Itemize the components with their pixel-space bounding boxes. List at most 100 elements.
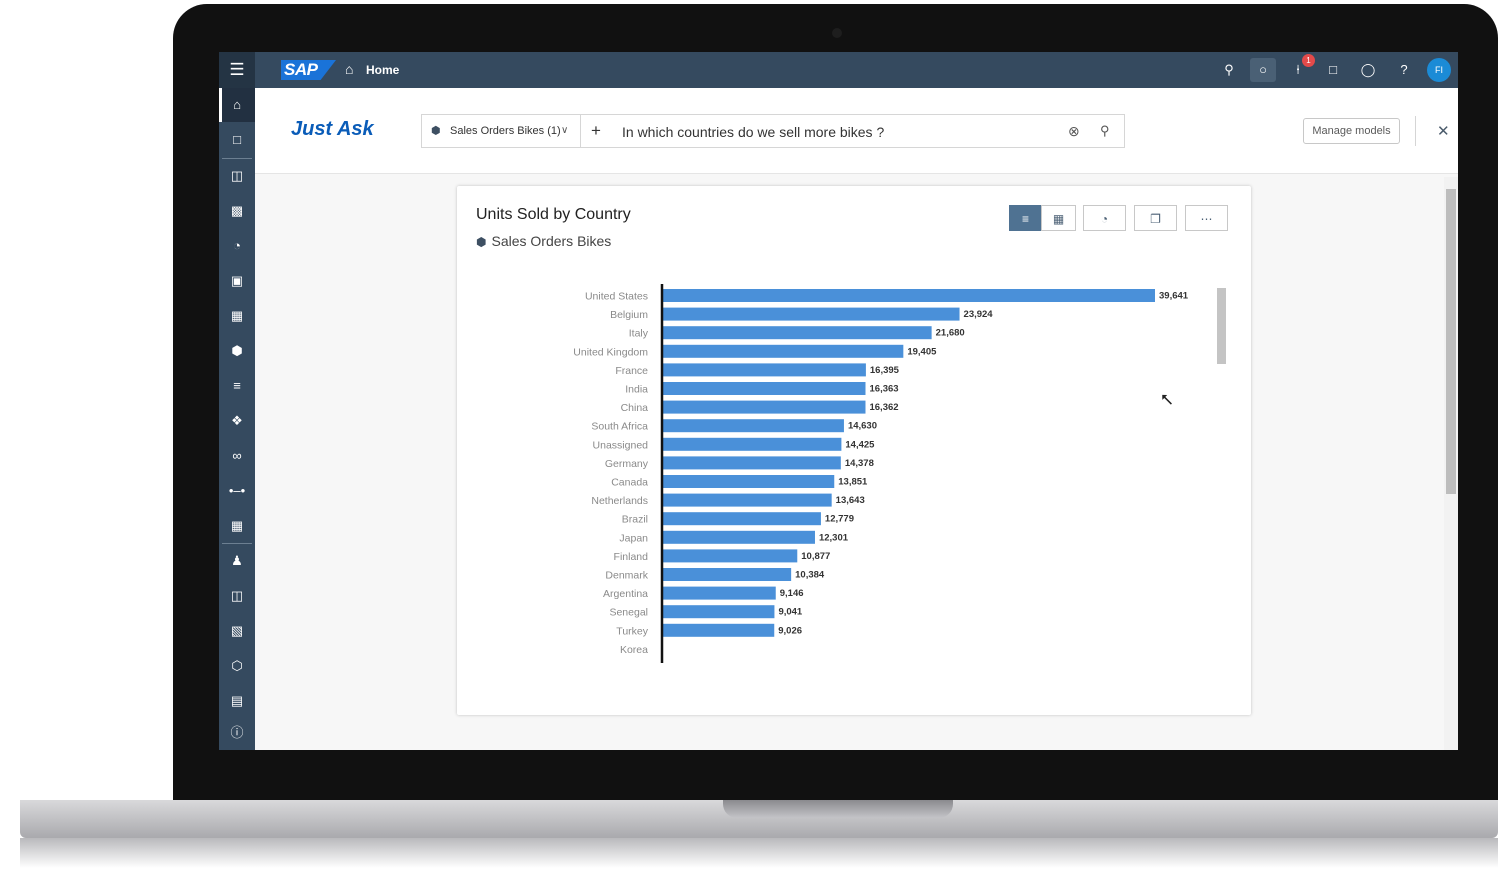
home-link[interactable]: Home [366, 63, 399, 77]
bar[interactable] [662, 475, 835, 488]
screen: ☰ SAP ⌂ Home ⚲ ○ ⍿ 1 □ ◯ ? FI ⌂ □ ◫ ▩ ◔ … [219, 52, 1458, 750]
chart-card: Units Sold by Country ⬢ Sales Orders Bike… [457, 186, 1251, 715]
explorer-icon[interactable]: ∞ [219, 439, 255, 473]
bar[interactable] [662, 530, 815, 544]
bar[interactable] [662, 289, 1155, 302]
table-icon[interactable]: ▦ [1041, 205, 1076, 231]
data-label: 10,877 [801, 551, 830, 562]
model-icon: ⬢ [476, 235, 487, 249]
bar[interactable] [662, 363, 866, 377]
data-label: 10,384 [795, 570, 825, 581]
modeler-icon[interactable]: ▦ [219, 299, 255, 333]
category-label: Netherlands [591, 495, 648, 507]
laptop-camera [832, 28, 842, 38]
data-label: 19,405 [907, 346, 937, 357]
multi-action-icon[interactable]: ❖ [219, 404, 255, 438]
data-label: 14,378 [845, 458, 874, 469]
bar[interactable] [662, 307, 960, 321]
data-analyzer-icon[interactable]: ▣ [219, 264, 255, 298]
bar[interactable] [662, 605, 775, 619]
menu-icon[interactable]: ☰ [219, 52, 255, 88]
info-icon[interactable]: ⓘ [219, 716, 255, 750]
just-ask-header: Just Ask ⬢ Sales Orders Bikes (1) ∨ + ⊗ … [255, 88, 1458, 174]
clear-icon[interactable]: ⊗ [1068, 115, 1080, 147]
category-label: Denmark [605, 570, 648, 582]
category-label: Senegal [609, 607, 648, 619]
data-label: 13,851 [838, 477, 868, 488]
model-icon[interactable]: ⬢ [219, 334, 255, 368]
category-label: Japan [619, 532, 648, 544]
bar[interactable] [662, 437, 842, 451]
bar[interactable] [662, 382, 866, 395]
category-label: South Africa [591, 421, 648, 433]
connections-icon[interactable]: •–• [219, 474, 255, 508]
bar[interactable] [662, 400, 866, 414]
data-label: 14,630 [848, 421, 877, 432]
category-label: Brazil [622, 514, 648, 526]
bar[interactable] [662, 326, 932, 340]
category-label: Italy [629, 328, 649, 340]
chart-scrollbar-thumb[interactable] [1217, 288, 1226, 364]
category-label: Belgium [610, 309, 648, 321]
category-label: United States [585, 291, 648, 303]
home-icon: ⌂ [345, 61, 354, 77]
chat-icon[interactable]: ◯ [1355, 58, 1381, 82]
data-label: 21,680 [936, 328, 965, 339]
content-network-icon[interactable]: ▤ [219, 684, 255, 718]
bar[interactable] [662, 568, 792, 581]
home-icon[interactable]: ⌂ [219, 88, 255, 122]
analytic-app-icon[interactable]: ▩ [219, 194, 255, 228]
data-label: 13,643 [836, 495, 865, 506]
category-label: France [615, 365, 648, 377]
files-icon[interactable]: □ [219, 123, 255, 157]
data-label: 23,924 [964, 309, 994, 320]
search-input[interactable] [622, 123, 1042, 141]
model-selector-label: Sales Orders Bikes (1) [450, 125, 561, 137]
bar[interactable] [662, 456, 841, 470]
chart-type-icon[interactable]: ◔ [1083, 205, 1126, 231]
data-label: 9,041 [778, 607, 802, 618]
deployment-icon[interactable]: ⬡ [219, 649, 255, 683]
bar[interactable] [662, 344, 904, 358]
security-icon[interactable]: ▧ [219, 614, 255, 648]
header-divider [1415, 116, 1416, 146]
scrollbar-thumb[interactable] [1446, 189, 1456, 494]
bar[interactable] [662, 623, 775, 637]
more-icon[interactable]: ⋯ [1185, 205, 1228, 231]
copy-icon[interactable]: ❐ [1134, 205, 1177, 231]
model-selector[interactable]: ⬢ Sales Orders Bikes (1) ∨ [422, 115, 581, 147]
manage-models-button[interactable]: Manage models [1303, 118, 1400, 144]
users-icon[interactable]: ♟ [219, 544, 255, 578]
bar[interactable] [662, 549, 798, 563]
card-subtitle-text: Sales Orders Bikes [491, 233, 612, 249]
help-icon[interactable]: ? [1391, 58, 1417, 82]
side-navigation: ⌂ □ ◫ ▩ ◔ ▣ ▦ ⬢ ≡ ❖ ∞ •–• ▦ ♟ ◫ ▧ ⬡ ▤ ⓘ [219, 88, 255, 750]
catalog-icon[interactable]: ◫ [219, 579, 255, 613]
stories-icon[interactable]: ◫ [219, 159, 255, 193]
bar[interactable] [662, 512, 821, 526]
category-label: United Kingdom [573, 346, 648, 358]
card-subtitle: ⬢ Sales Orders Bikes [476, 233, 611, 249]
data-label: 16,362 [869, 402, 898, 413]
category-label: China [621, 402, 649, 414]
digital-boardroom-icon[interactable]: ◔ [219, 229, 255, 263]
feedback-icon[interactable]: □ [1320, 58, 1346, 82]
data-label: 9,146 [780, 588, 804, 599]
data-action-icon[interactable]: ≡ [219, 369, 255, 403]
bar-chart-icon[interactable]: ≡ [1009, 205, 1042, 231]
bar[interactable] [662, 586, 776, 600]
sap-logo[interactable]: SAP [281, 60, 336, 80]
avatar[interactable]: FI [1427, 58, 1451, 82]
lightbulb-icon[interactable]: ○ [1250, 58, 1276, 82]
page-scrollbar[interactable] [1444, 177, 1458, 750]
add-icon[interactable]: + [591, 115, 601, 147]
category-label: Unassigned [593, 439, 649, 451]
page-title: Just Ask [291, 118, 374, 140]
search-icon[interactable]: ⚲ [1100, 115, 1110, 147]
bar[interactable] [662, 493, 832, 507]
bar[interactable] [662, 419, 844, 433]
search-icon[interactable]: ⚲ [1216, 58, 1242, 82]
close-icon[interactable]: ✕ [1437, 122, 1450, 140]
bar-chart: United States 39,641 Belgium 23,924 Italy 21,… [573, 284, 1226, 663]
calendar-icon[interactable]: ▦ [219, 509, 255, 543]
